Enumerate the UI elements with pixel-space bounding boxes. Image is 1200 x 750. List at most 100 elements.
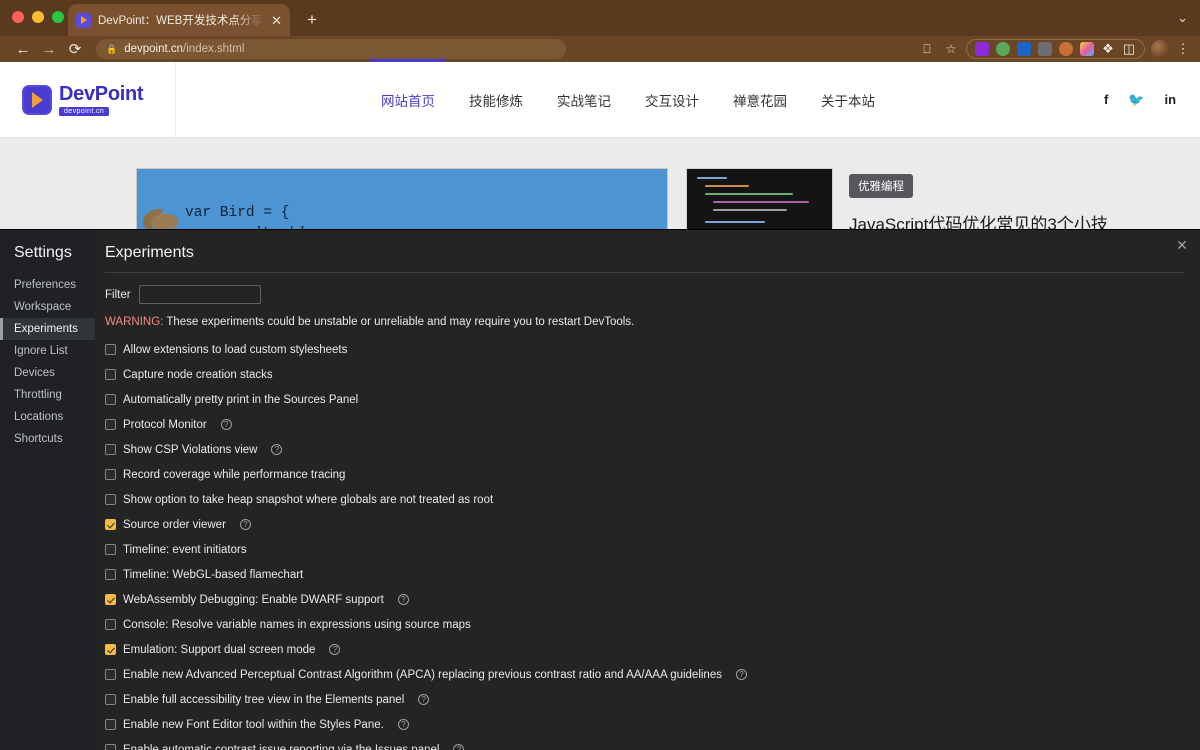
checkbox-icon[interactable] xyxy=(105,694,116,705)
checkbox-icon[interactable] xyxy=(105,519,116,530)
help-icon[interactable]: ? xyxy=(271,444,283,455)
browser-menu-button[interactable]: ⋮ xyxy=(1176,41,1190,57)
experiment-label: Show CSP Violations view xyxy=(123,443,258,456)
checkbox-icon[interactable] xyxy=(105,594,116,605)
nav-item-skills[interactable]: 技能修炼 xyxy=(469,86,523,114)
help-icon[interactable]: ? xyxy=(397,719,409,730)
experiment-row[interactable]: Protocol Monitor? xyxy=(105,412,1184,437)
experiment-row[interactable]: Show option to take heap snapshot where … xyxy=(105,487,1184,512)
checkbox-icon[interactable] xyxy=(105,494,116,505)
close-icon[interactable]: ✕ xyxy=(271,14,282,27)
site-logo[interactable]: DevPoint devpoint.cn xyxy=(0,62,176,137)
help-icon[interactable]: ? xyxy=(239,519,251,530)
experiment-label: Show option to take heap snapshot where … xyxy=(123,493,494,506)
maximize-window-button[interactable] xyxy=(52,11,64,23)
article-tag[interactable]: 优雅编程 xyxy=(849,174,913,198)
checkbox-icon[interactable] xyxy=(105,669,116,680)
help-icon[interactable]: ? xyxy=(418,694,430,705)
experiment-row[interactable]: Record coverage while performance tracin… xyxy=(105,462,1184,487)
help-icon[interactable]: ? xyxy=(220,419,232,430)
fox-icon[interactable] xyxy=(1059,42,1073,56)
twitter-icon[interactable]: 🐦 xyxy=(1128,92,1144,108)
help-icon[interactable]: ? xyxy=(735,669,747,680)
filter-input[interactable] xyxy=(138,285,261,304)
office-icon[interactable] xyxy=(1017,42,1031,56)
window-controls[interactable] xyxy=(12,11,64,23)
sidebar-item-locations[interactable]: Locations xyxy=(0,406,95,428)
share-icon[interactable]: ⎕ xyxy=(918,40,936,58)
experiment-row[interactable]: Console: Resolve variable names in expre… xyxy=(105,612,1184,637)
experiment-row[interactable]: Automatically pretty print in the Source… xyxy=(105,387,1184,412)
experiment-row[interactable]: Enable new Font Editor tool within the S… xyxy=(105,712,1184,737)
experiment-row[interactable]: Enable automatic contrast issue reportin… xyxy=(105,737,1184,750)
sidebar-item-devices[interactable]: Devices xyxy=(0,362,95,384)
checkbox-icon[interactable] xyxy=(105,719,116,730)
filter-row: Filter xyxy=(105,285,1184,304)
side-panel-icon[interactable]: ◫ xyxy=(1122,41,1136,56)
lock-icon: 🔒 xyxy=(106,43,118,54)
checkbox-icon[interactable] xyxy=(105,369,116,380)
address-bar[interactable]: 🔒 devpoint.cn/index.shtml xyxy=(96,39,566,59)
experiment-row[interactable]: Capture node creation stacks xyxy=(105,362,1184,387)
experiment-row[interactable]: Timeline: WebGL-based flamechart xyxy=(105,562,1184,587)
experiment-row[interactable]: Emulation: Support dual screen mode? xyxy=(105,637,1184,662)
facebook-icon[interactable]: f xyxy=(1104,92,1108,107)
screen: DevPoint：WEB开发技术点分享 ✕ + ⌄ ← → ⟳ 🔒 devpoi… xyxy=(0,0,1200,750)
sidebar-item-shortcuts[interactable]: Shortcuts xyxy=(0,428,95,450)
checkbox-icon[interactable] xyxy=(105,444,116,455)
checkbox-icon[interactable] xyxy=(105,544,116,555)
sidebar-item-throttling[interactable]: Throttling xyxy=(0,384,95,406)
chevron-down-icon[interactable]: ⌄ xyxy=(1177,10,1188,26)
checkbox-icon[interactable] xyxy=(105,619,116,630)
logo-text: DevPoint devpoint.cn xyxy=(59,83,144,116)
minimize-window-button[interactable] xyxy=(32,11,44,23)
screenshot-icon[interactable] xyxy=(1038,42,1052,56)
close-window-button[interactable] xyxy=(12,11,24,23)
experiment-row[interactable]: Source order viewer? xyxy=(105,512,1184,537)
logo-name: DevPoint xyxy=(59,83,144,105)
experiment-row[interactable]: Enable full accessibility tree view in t… xyxy=(105,687,1184,712)
experiment-row[interactable]: WebAssembly Debugging: Enable DWARF supp… xyxy=(105,587,1184,612)
back-button[interactable]: ← xyxy=(10,41,36,58)
experiment-label: Capture node creation stacks xyxy=(123,368,273,381)
browser-tab[interactable]: DevPoint：WEB开发技术点分享 ✕ xyxy=(68,4,290,36)
nav-item-garden[interactable]: 禅意花园 xyxy=(733,86,787,114)
help-icon[interactable]: ? xyxy=(329,644,341,655)
play-triangle-icon xyxy=(76,12,91,28)
settings-title: Settings xyxy=(14,244,72,261)
rainbow-icon[interactable] xyxy=(1080,42,1094,56)
experiment-label: Enable new Advanced Perceptual Contrast … xyxy=(123,668,722,681)
sidebar-item-experiments[interactable]: Experiments xyxy=(0,318,95,340)
extensions-puzzle-icon[interactable]: ❖ xyxy=(1101,41,1115,56)
forward-button[interactable]: → xyxy=(36,41,62,58)
extension-purple-icon[interactable] xyxy=(975,42,989,56)
nav-item-about[interactable]: 关于本站 xyxy=(821,86,875,114)
experiment-row[interactable]: Timeline: event initiators xyxy=(105,537,1184,562)
checkbox-icon[interactable] xyxy=(105,394,116,405)
linkedin-icon[interactable]: in xyxy=(1164,92,1176,107)
new-tab-button[interactable]: + xyxy=(300,8,324,32)
sidebar-item-preferences[interactable]: Preferences xyxy=(0,274,95,296)
bookmark-star-icon[interactable]: ☆ xyxy=(942,40,960,58)
browser-toolbar: ← → ⟳ 🔒 devpoint.cn/index.shtml ⎕ ☆ ❖ ◫ … xyxy=(0,36,1200,62)
nav-item-home[interactable]: 网站首页 xyxy=(370,58,446,114)
checkbox-icon[interactable] xyxy=(105,744,116,750)
help-icon[interactable]: ? xyxy=(397,594,409,605)
reload-button[interactable]: ⟳ xyxy=(62,40,88,58)
sidebar-item-ignore-list[interactable]: Ignore List xyxy=(0,340,95,362)
experiment-row[interactable]: Enable new Advanced Perceptual Contrast … xyxy=(105,662,1184,687)
checkbox-icon[interactable] xyxy=(105,344,116,355)
evernote-icon[interactable] xyxy=(996,42,1010,56)
checkbox-icon[interactable] xyxy=(105,644,116,655)
checkbox-icon[interactable] xyxy=(105,419,116,430)
checkbox-icon[interactable] xyxy=(105,469,116,480)
avatar[interactable] xyxy=(1151,39,1170,59)
nav-item-notes[interactable]: 实战笔记 xyxy=(557,86,611,114)
sidebar-item-workspace[interactable]: Workspace xyxy=(0,296,95,318)
help-icon[interactable]: ? xyxy=(453,744,465,750)
logo-domain: devpoint.cn xyxy=(59,107,110,116)
checkbox-icon[interactable] xyxy=(105,569,116,580)
experiment-row[interactable]: Show CSP Violations view? xyxy=(105,437,1184,462)
nav-item-design[interactable]: 交互设计 xyxy=(645,86,699,114)
experiment-row[interactable]: Allow extensions to load custom styleshe… xyxy=(105,337,1184,362)
